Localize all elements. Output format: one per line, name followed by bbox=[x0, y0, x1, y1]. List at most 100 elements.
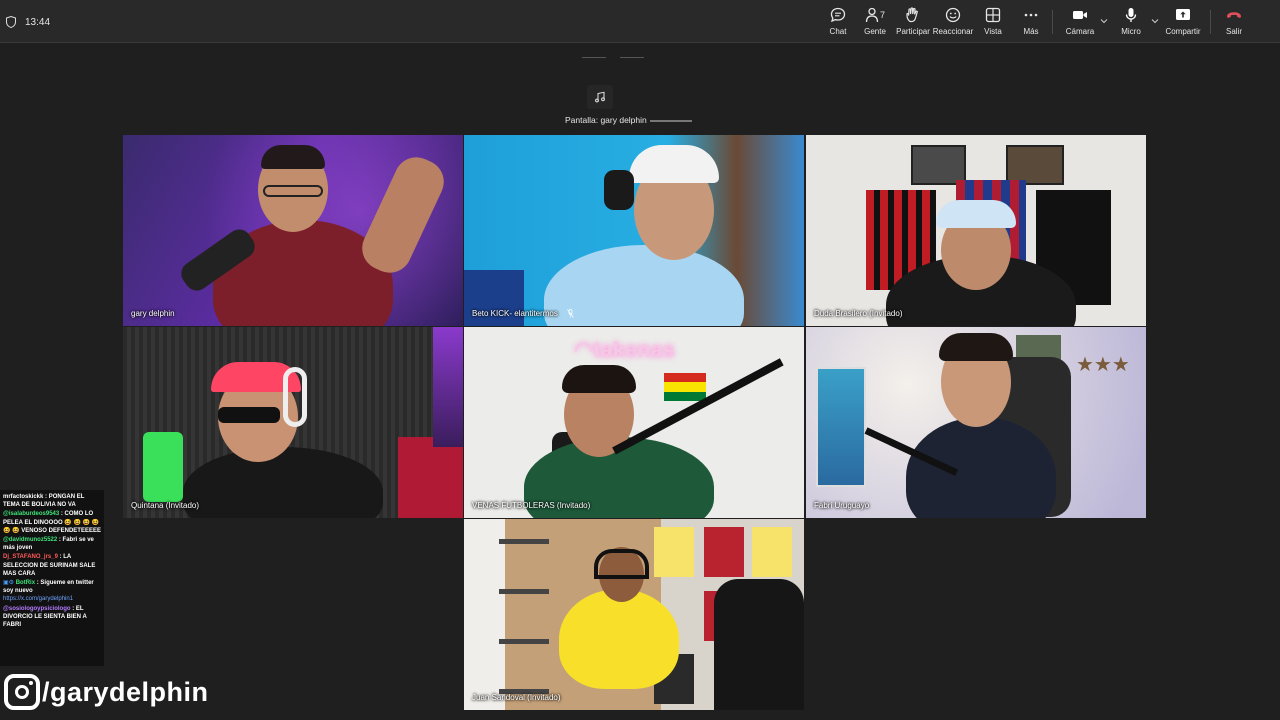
bot-badge-icon: ▣⚙ bbox=[3, 580, 16, 587]
framed-jersey bbox=[654, 527, 694, 577]
microphone-icon bbox=[1125, 8, 1137, 22]
chat-message: @isalaburdeos9543 : COMO LO PELEA EL DIN… bbox=[3, 510, 101, 535]
neon-sign: ◠takenas bbox=[574, 337, 676, 362]
glasses bbox=[263, 185, 323, 197]
chat-username: @sosiologoypsiciologo bbox=[3, 605, 71, 612]
share-button[interactable]: Compartir bbox=[1165, 6, 1201, 40]
video-tile[interactable]: Quintana (Invitado) bbox=[123, 327, 463, 518]
chat-icon bbox=[830, 7, 846, 23]
react-label: Reaccionar bbox=[932, 27, 974, 36]
participant-name: Beto KICK- elantitermos bbox=[472, 309, 558, 318]
chat-message: mrfactoskickk : PONGAN EL TEMA DE BOLIVI… bbox=[3, 493, 101, 509]
participant-name: Fabri Uruguayo bbox=[814, 501, 870, 510]
leave-label: Salir bbox=[1225, 27, 1242, 36]
mic-options-chevron-icon[interactable] bbox=[1151, 18, 1159, 24]
camera-icon bbox=[1073, 11, 1087, 19]
headphones bbox=[283, 367, 307, 427]
raise-hand-button[interactable]: Participar bbox=[896, 6, 930, 40]
chat-message: @davidmunoz5522 : Fabri se ve más joven bbox=[3, 536, 101, 552]
participant-cap bbox=[629, 145, 719, 183]
chat-username: @isalaburdeos9543 bbox=[3, 511, 60, 518]
mic-button[interactable]: Micro bbox=[1120, 6, 1142, 40]
video-tile[interactable]: Juan Sandoval (Invitado) bbox=[464, 519, 804, 710]
chat-username: mrfactoskickk bbox=[3, 494, 44, 500]
wall-stars: ★★★ bbox=[1076, 354, 1130, 376]
people-label: Gente bbox=[864, 27, 886, 36]
view-label: Vista bbox=[984, 27, 1002, 36]
more-label: Más bbox=[1023, 27, 1039, 36]
share-progress-bar bbox=[649, 119, 692, 122]
chair bbox=[714, 579, 804, 710]
participant-hair bbox=[261, 145, 325, 169]
share-screen-icon bbox=[1176, 9, 1190, 20]
share-label: Compartir bbox=[1165, 27, 1201, 36]
participant-body bbox=[559, 589, 679, 689]
participate-label: Participar bbox=[896, 27, 930, 36]
chat-username: Dj_STAFANO_jrs_9 bbox=[3, 554, 58, 561]
participant-body bbox=[183, 447, 383, 518]
shield-icon bbox=[6, 16, 16, 28]
shared-audio-tile[interactable] bbox=[587, 85, 613, 109]
chat-message: ▣⚙ BotRix : Sígueme en twitter soy nuevo… bbox=[3, 579, 101, 604]
participant-name: Juan Sandoval (Invitado) bbox=[472, 693, 561, 702]
music-note-icon bbox=[595, 91, 605, 103]
wall-frame bbox=[911, 145, 966, 185]
wall-frame bbox=[1006, 145, 1064, 185]
screen-share-text: Pantalla: gary delphin bbox=[565, 115, 647, 125]
participant-name: VENAS FUTBOLERAS (Invitado) bbox=[472, 501, 591, 510]
camera-button[interactable]: Cámara bbox=[1066, 6, 1094, 40]
chat-username: @davidmunoz5522 bbox=[3, 537, 58, 544]
chat-button[interactable]: Chat bbox=[826, 6, 850, 40]
chat-label: Chat bbox=[829, 27, 847, 36]
grid-view-icon bbox=[985, 7, 1001, 23]
react-button[interactable]: Reaccionar bbox=[932, 6, 974, 40]
camera-options-chevron-icon[interactable] bbox=[1100, 18, 1108, 24]
muted-microphone-icon bbox=[567, 309, 574, 318]
sunglasses bbox=[218, 407, 280, 423]
wall-poster bbox=[398, 437, 463, 518]
people-count: 7 bbox=[879, 10, 885, 20]
participant-name: Duda Brasilero (Invitado) bbox=[814, 309, 903, 318]
video-tile[interactable]: Beto KICK- elantitermos bbox=[464, 135, 804, 326]
toolbar-divider bbox=[1052, 10, 1053, 34]
more-button[interactable]: Más bbox=[1021, 6, 1041, 40]
participant-body bbox=[544, 245, 744, 326]
share-indicator-dashes bbox=[582, 45, 682, 58]
people-icon bbox=[865, 7, 879, 23]
people-button[interactable]: 7 Gente bbox=[862, 6, 888, 40]
participant-name: gary delphin bbox=[131, 309, 175, 318]
framed-jersey bbox=[752, 527, 792, 577]
participant-hair bbox=[939, 333, 1013, 361]
meeting-toolbar: 13:44 Chat 7 Gente Participar Reaccionar… bbox=[0, 0, 1280, 43]
video-tile-active-speaker[interactable]: ★★★ Fabri Uruguayo bbox=[806, 327, 1146, 518]
instagram-icon bbox=[4, 674, 40, 710]
purple-light bbox=[433, 327, 463, 447]
stream-chat-overlay: mrfactoskickk : PONGAN EL TEMA DE BOLIVI… bbox=[0, 490, 104, 666]
chat-message: Dj_STAFANO_jrs_9 : LA SELECCION DE SURIN… bbox=[3, 553, 101, 578]
participant-name: Quintana (Invitado) bbox=[131, 501, 200, 510]
framed-jersey bbox=[704, 527, 744, 577]
camera-label: Cámara bbox=[1065, 27, 1095, 36]
hand-icon bbox=[906, 7, 918, 23]
smiley-icon bbox=[945, 7, 961, 23]
view-button[interactable]: Vista bbox=[983, 6, 1003, 40]
green-light bbox=[143, 432, 183, 502]
social-handle-overlay: /garydelphin bbox=[4, 674, 209, 710]
shoe-shelf bbox=[499, 539, 549, 699]
more-icon bbox=[1024, 13, 1038, 17]
screen-share-label: Pantalla: gary delphin bbox=[565, 115, 692, 125]
wall-poster bbox=[816, 367, 866, 487]
meeting-timer: 13:44 bbox=[25, 17, 51, 28]
video-tile[interactable]: Duda Brasilero (Invitado) bbox=[806, 135, 1146, 326]
video-tile[interactable]: ◠takenas VENAS FUTBOLERAS (Invitado) bbox=[464, 327, 804, 518]
participant-hair bbox=[562, 365, 636, 393]
chat-message: @sosiologoypsiciologo : EL DIVORCIO LE S… bbox=[3, 605, 101, 630]
headphones bbox=[604, 170, 634, 210]
toolbar-divider bbox=[1210, 10, 1211, 34]
video-tile[interactable]: gary delphin bbox=[123, 135, 463, 326]
chat-username: BotRix bbox=[15, 580, 36, 587]
leave-button[interactable]: Salir bbox=[1222, 6, 1246, 40]
chat-link[interactable]: https://x.com/garydelphin1 bbox=[3, 596, 73, 602]
social-handle-text: /garydelphin bbox=[42, 676, 209, 707]
headphones bbox=[594, 549, 649, 579]
